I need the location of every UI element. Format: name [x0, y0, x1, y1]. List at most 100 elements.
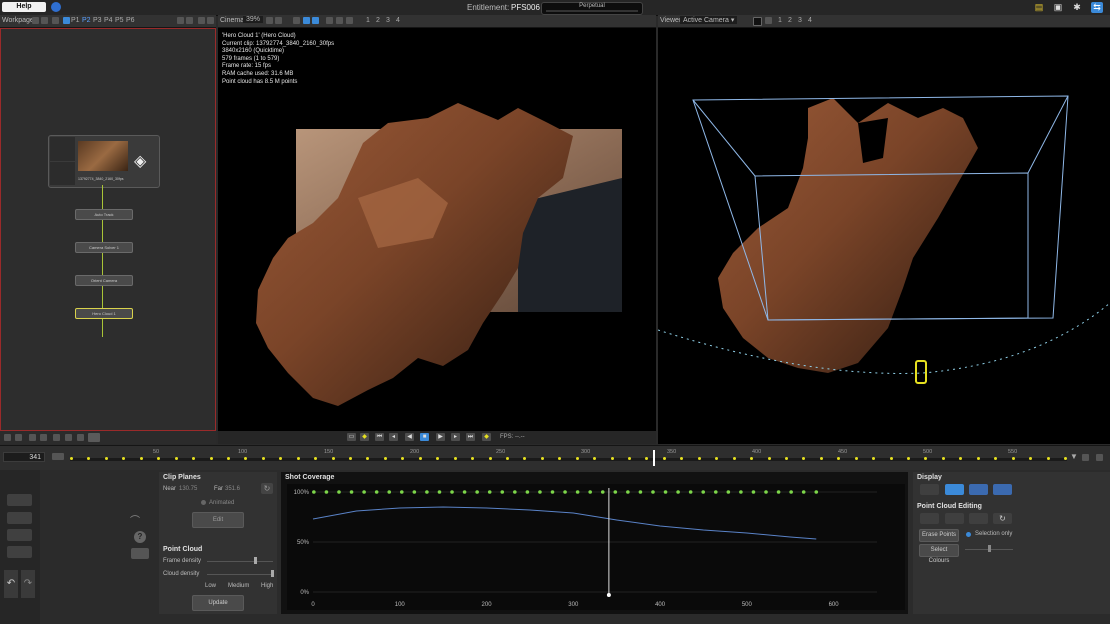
cinema-view[interactable]: 'Hero Cloud 1' (Hero Cloud) Current clip… — [218, 28, 656, 431]
page-tab-p5[interactable]: P5 — [115, 17, 124, 24]
page-tab-p4[interactable]: P4 — [104, 17, 113, 24]
selection-only-radio[interactable] — [966, 532, 971, 537]
erase-points-button[interactable]: Erase Points — [919, 529, 959, 542]
cinema-tab-1[interactable]: 1 — [366, 17, 370, 24]
viewer-tab-4[interactable]: 4 — [808, 17, 812, 24]
play-backward-icon[interactable]: ◀ — [405, 433, 414, 441]
keyframe-icon[interactable]: ◆ — [360, 433, 369, 441]
sidebar-page-button[interactable] — [7, 546, 32, 558]
workpage-fit-icon[interactable] — [207, 17, 214, 24]
tool-delete-icon[interactable] — [29, 434, 36, 441]
workpage-grid-icon[interactable] — [177, 17, 184, 24]
panel-toggle-icon[interactable]: ⇆ — [1091, 2, 1103, 13]
timeline-playhead[interactable] — [653, 450, 655, 466]
wipe-icon[interactable] — [336, 17, 343, 24]
cloud-density-slider[interactable] — [207, 574, 273, 575]
tool-group-icon[interactable] — [40, 434, 47, 441]
display-eye-icon[interactable] — [920, 484, 939, 495]
update-button[interactable]: Update — [192, 595, 244, 611]
clip-node[interactable]: 13792774_3840_2160_30fps ◈ — [48, 135, 160, 188]
layout-icon[interactable]: ▣ — [1052, 2, 1064, 13]
sidebar-arrows-button[interactable] — [7, 512, 32, 524]
page-tab-p6[interactable]: P6 — [126, 17, 135, 24]
viewer-tab-2[interactable]: 2 — [788, 17, 792, 24]
tool-layout-icon[interactable] — [77, 434, 84, 441]
timeline-down-icon[interactable]: ▼ — [1070, 452, 1078, 461]
overlay-toggle-icon[interactable] — [303, 17, 310, 24]
current-frame-field[interactable]: 341 — [3, 452, 45, 462]
pointcloud-toggle-icon[interactable] — [312, 17, 319, 24]
tool-copy-icon[interactable] — [15, 434, 22, 441]
workpage-node-graph[interactable]: 13792774_3840_2160_30fps ◈ Auto Track Ca… — [0, 28, 216, 431]
step-back-icon[interactable]: ◂ — [389, 433, 398, 441]
notes-icon[interactable]: ▤ — [1033, 2, 1045, 13]
edit-button[interactable]: Edit — [192, 512, 244, 528]
cloud-density-handle[interactable] — [271, 570, 274, 577]
page-grid-icon[interactable] — [52, 17, 59, 24]
edit-reset-icon[interactable]: ↻ — [993, 513, 1012, 524]
tool-export-icon[interactable] — [53, 434, 60, 441]
tool-node-icon[interactable] — [4, 434, 11, 441]
workpage-list-icon[interactable] — [186, 17, 193, 24]
timeline-menu-icon[interactable] — [52, 453, 64, 460]
cinema-tab-4[interactable]: 4 — [396, 17, 400, 24]
page-tab-p3[interactable]: P3 — [93, 17, 102, 24]
colour-tolerance-handle[interactable] — [988, 545, 991, 552]
stop-icon[interactable]: ■ — [420, 433, 429, 441]
display-camera-icon[interactable] — [945, 484, 964, 495]
tool-camera-icon[interactable] — [88, 433, 100, 442]
viewer-tab-1[interactable]: 1 — [778, 17, 782, 24]
edit-rect-icon[interactable] — [945, 513, 964, 524]
page-view-icon[interactable] — [63, 17, 70, 24]
grid-toggle-icon[interactable] — [326, 17, 333, 24]
viewer-grid-icon[interactable] — [765, 17, 772, 24]
background-color-icon[interactable] — [753, 17, 762, 26]
frame-density-slider[interactable] — [207, 561, 273, 562]
timeline-settings-icon[interactable] — [1096, 454, 1103, 461]
settings-gear-icon[interactable]: ✱ — [1071, 2, 1083, 13]
redo-icon[interactable]: ↷ — [21, 570, 35, 598]
next-keyframe-icon[interactable]: ◆ — [482, 433, 491, 441]
help-circle-icon[interactable]: ? — [134, 531, 146, 543]
viewer-3d[interactable] — [658, 28, 1110, 444]
zoom-in-icon[interactable] — [266, 17, 273, 24]
cinema-zoom[interactable]: 39% — [243, 16, 264, 23]
display-pointer-icon[interactable] — [993, 484, 1012, 495]
play-forward-icon[interactable]: ▶ — [436, 433, 445, 441]
workpage-expand-icon[interactable] — [198, 17, 205, 24]
goto-start-icon[interactable]: ⏮ — [375, 433, 384, 441]
sidebar-frame-button[interactable] — [7, 529, 32, 541]
step-forward-icon[interactable]: ▸ — [451, 433, 460, 441]
page-tab-p1[interactable]: P1 — [71, 17, 80, 24]
frame-density-handle[interactable] — [254, 557, 257, 564]
loop-icon[interactable]: ▭ — [347, 433, 356, 441]
near-value[interactable]: 130.75 — [179, 486, 197, 492]
node-auto-track[interactable]: Auto Track — [75, 209, 133, 220]
cinema-tab-3[interactable]: 3 — [386, 17, 390, 24]
node-orient-camera[interactable]: Orient Camera — [75, 275, 133, 286]
node-hero-cloud[interactable]: Hero Cloud 1 — [75, 308, 133, 319]
node-camera-solver[interactable]: Camera Solver 1 — [75, 242, 133, 253]
remove-page-icon[interactable] — [41, 17, 48, 24]
add-page-icon[interactable] — [32, 17, 39, 24]
camera-select[interactable]: Active Camera ▾ — [680, 16, 738, 24]
channels-icon[interactable] — [346, 17, 353, 24]
goto-end-icon[interactable]: ⏭ — [466, 433, 475, 441]
viewer-tab-3[interactable]: 3 — [798, 17, 802, 24]
page-tab-p2[interactable]: P2 — [82, 17, 91, 24]
edit-lasso-icon[interactable] — [969, 513, 988, 524]
animated-radio[interactable] — [201, 500, 206, 505]
undo-icon[interactable]: ↶ — [4, 570, 18, 598]
fit-view-icon[interactable] — [293, 17, 300, 24]
tool-import-icon[interactable] — [65, 434, 72, 441]
select-colours-button[interactable]: Select Colours — [919, 544, 959, 564]
timeline-range-icon[interactable] — [1082, 454, 1089, 461]
reset-icon[interactable]: ↻ — [261, 483, 273, 494]
keyboard-icon[interactable] — [131, 548, 149, 559]
display-sphere-icon[interactable] — [969, 484, 988, 495]
far-value[interactable]: 351.6 — [225, 486, 240, 492]
edit-pointer-icon[interactable] — [920, 513, 939, 524]
zoom-out-icon[interactable] — [275, 17, 282, 24]
help-button[interactable]: Help — [2, 2, 46, 12]
sidebar-grid-button[interactable] — [7, 494, 32, 506]
